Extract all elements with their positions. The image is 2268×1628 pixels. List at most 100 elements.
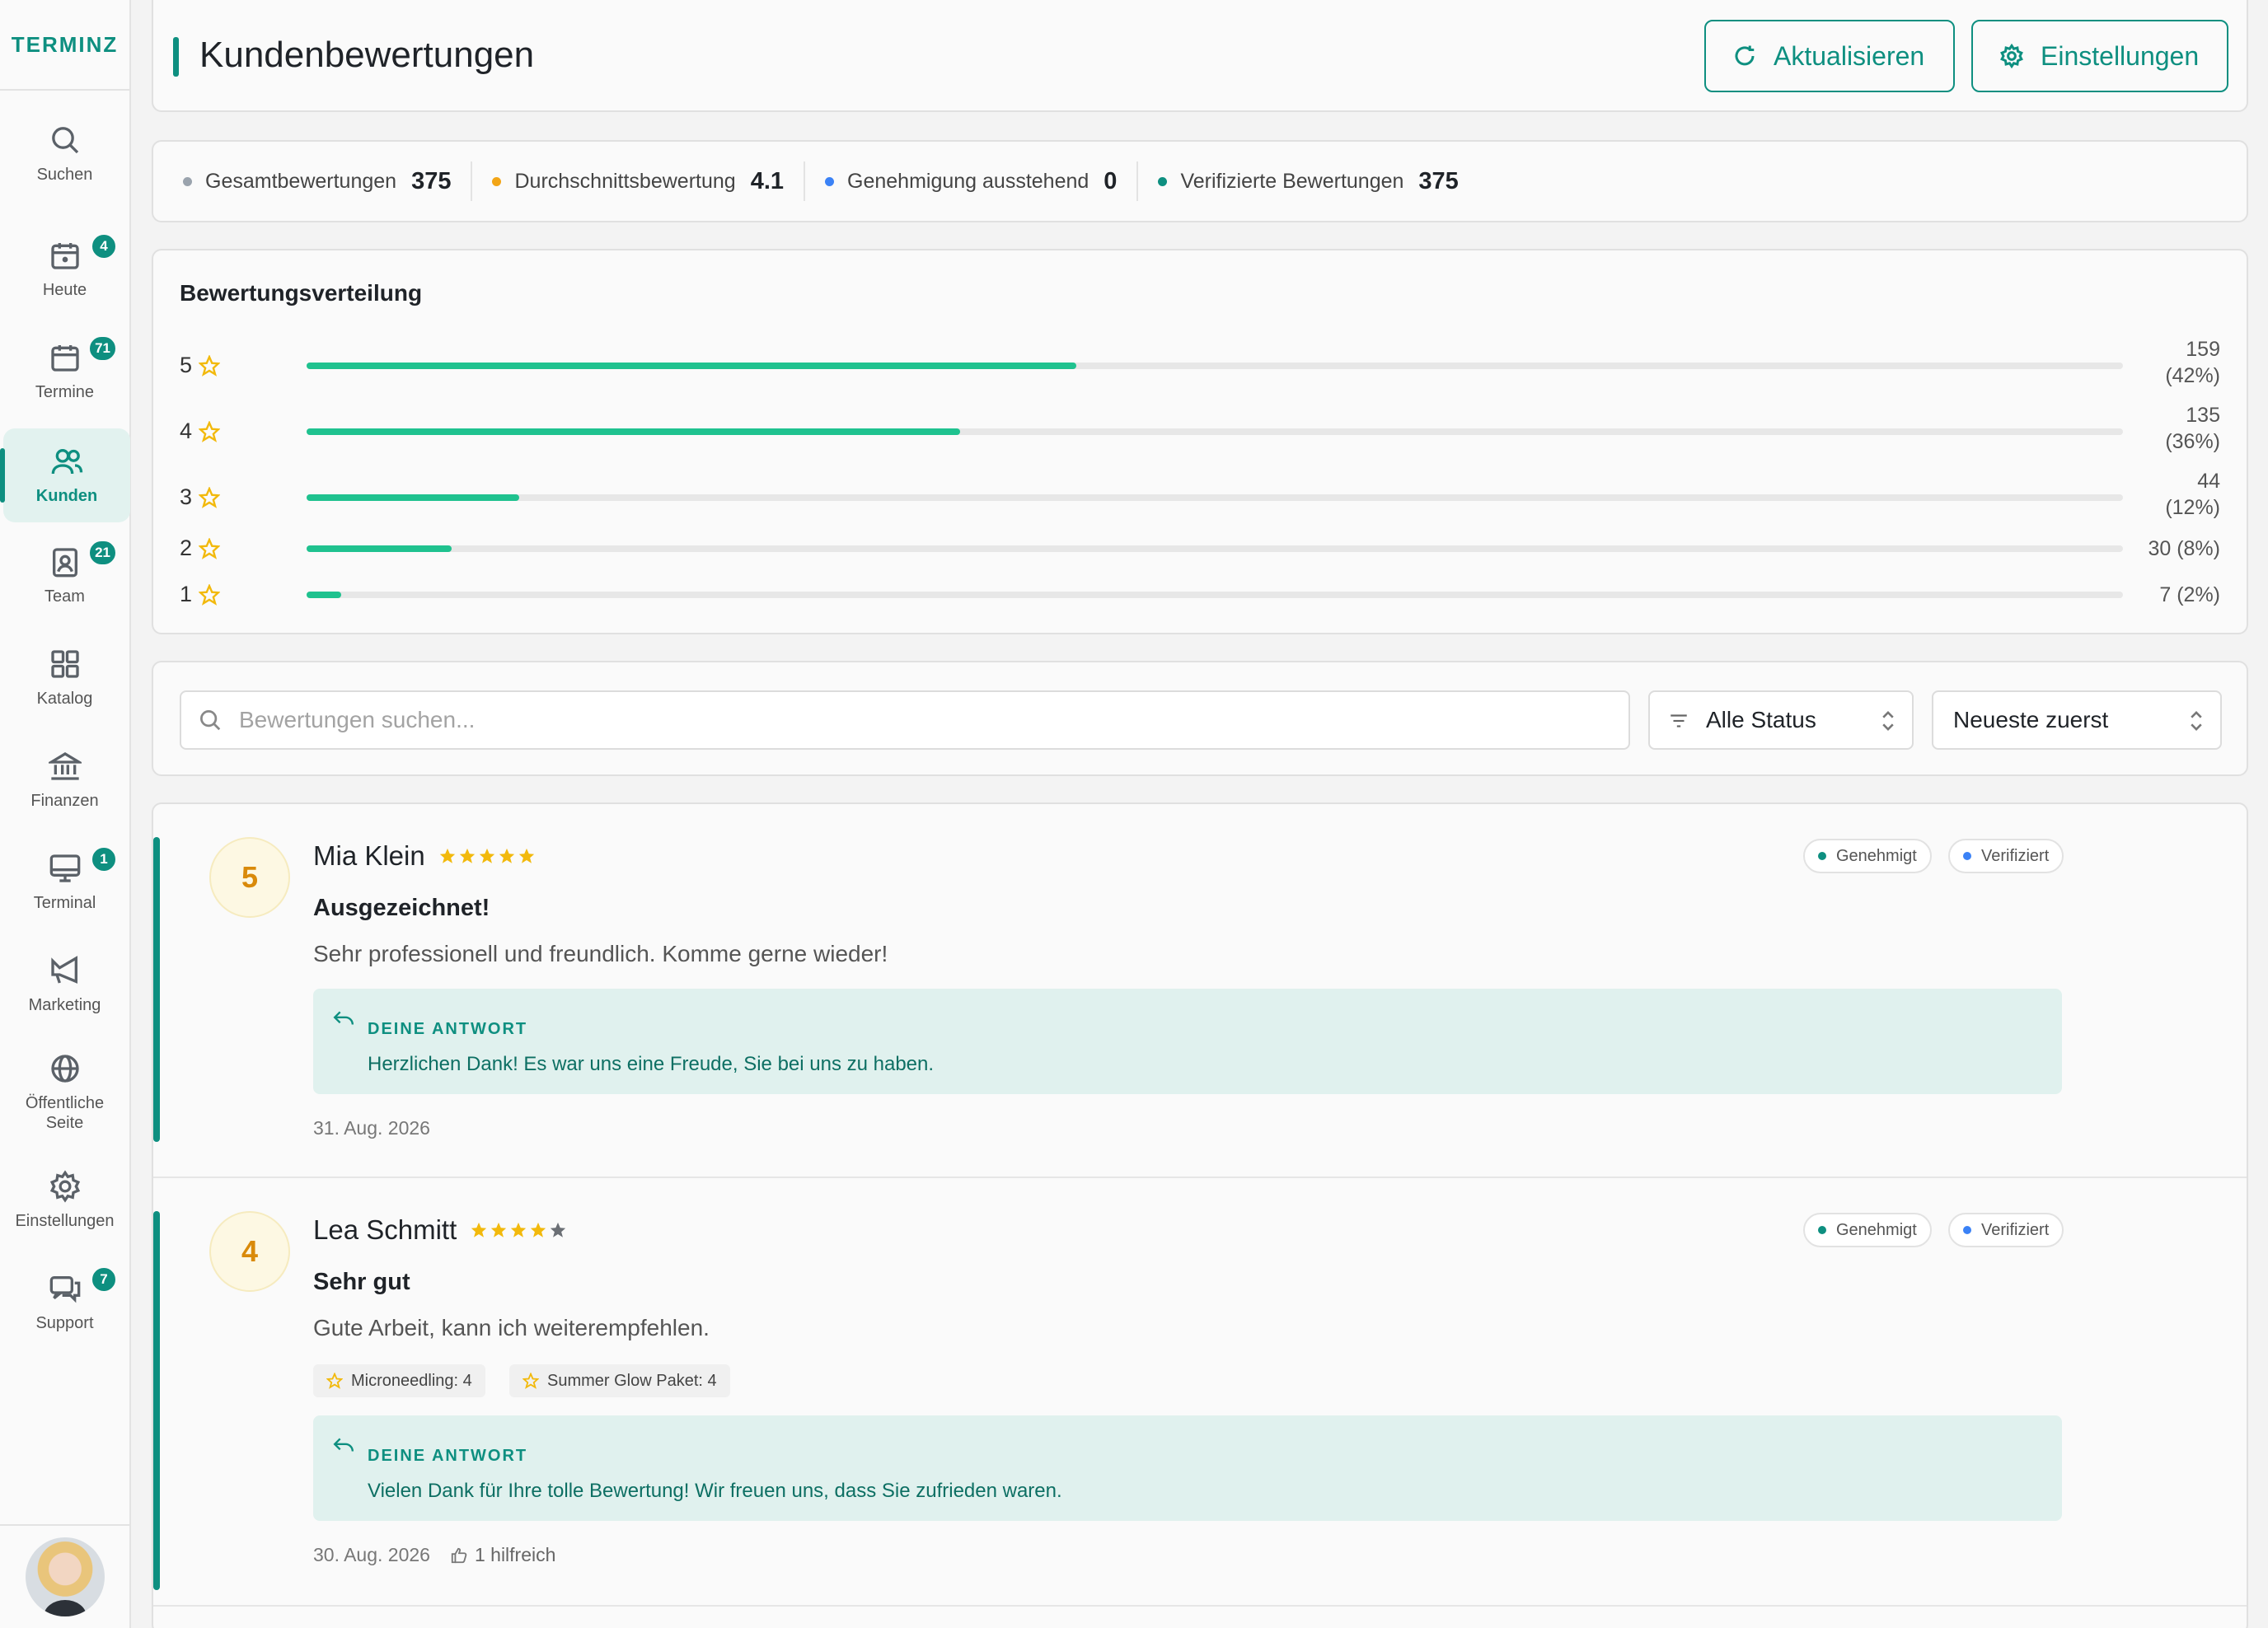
distribution-row: 3 44 (12%) bbox=[153, 468, 2247, 527]
review-score: 5 bbox=[209, 837, 290, 918]
distribution-title: Bewertungsverteilung bbox=[180, 280, 423, 306]
sidebar-item-suchen[interactable]: Suchen bbox=[0, 107, 129, 201]
sidebar-item-heute[interactable]: Heute 4 bbox=[0, 222, 129, 316]
distribution-bar-track bbox=[307, 545, 2123, 552]
helpful-label: 1 hilfreich bbox=[474, 1544, 556, 1565]
review-text: Gute Arbeit, kann ich weiterempfehlen. bbox=[313, 1315, 710, 1340]
review-date: 30. Aug. 2026 bbox=[313, 1544, 430, 1565]
review-list: 5 Mia Klein Genehmigt Verifiziert Ausgez… bbox=[152, 802, 2248, 1628]
distribution-count: 135 (36%) bbox=[2165, 402, 2220, 455]
stat-value: 375 bbox=[411, 167, 452, 194]
review-card: 4 Lea Schmitt Genehmigt Verifiziert Sehr… bbox=[153, 1178, 2247, 1607]
count-value: 30 (8%) bbox=[2148, 537, 2220, 560]
distribution-bar-fill bbox=[307, 363, 1077, 369]
sidebar-item-finanzen[interactable]: Finanzen bbox=[0, 733, 129, 827]
verified-badge-label: Verifiziert bbox=[1981, 1220, 2050, 1239]
star-filled-icon bbox=[459, 848, 475, 863]
distribution-bar-track bbox=[307, 363, 2123, 369]
service-rating-label: Microneedling: 4 bbox=[351, 1371, 472, 1390]
star-empty-icon bbox=[551, 1222, 566, 1237]
stat-value: 0 bbox=[1104, 167, 1118, 194]
status-badge-label: Genehmigt bbox=[1836, 1220, 1917, 1239]
search-input[interactable] bbox=[239, 707, 1599, 733]
search-box[interactable] bbox=[180, 690, 1630, 750]
notification-badge: 71 bbox=[87, 334, 118, 363]
reviewer-name-row: Lea Schmitt bbox=[313, 1214, 569, 1246]
sidebar-footer bbox=[0, 1524, 129, 1628]
refresh-button-label: Aktualisieren bbox=[1774, 40, 1925, 71]
sidebar-item-label: Kunden bbox=[35, 487, 98, 505]
distribution-bar-track bbox=[307, 428, 2123, 435]
distribution-count: 44 (12%) bbox=[2165, 468, 2220, 521]
star-rating bbox=[438, 847, 537, 865]
stat-value: 4.1 bbox=[750, 167, 785, 194]
sidebar-item-label: Finanzen bbox=[30, 792, 99, 810]
page-title: Kundenbewertungen bbox=[199, 35, 535, 75]
review-card: 5 Mia Klein Genehmigt Verifiziert Ausgez… bbox=[153, 804, 2247, 1178]
distribution-row: 4 135 (36%) bbox=[153, 402, 2247, 461]
status-badge: Genehmigt bbox=[1803, 1213, 1932, 1247]
notification-badge: 21 bbox=[87, 539, 118, 567]
reviewer-name-row: Mia Klein bbox=[313, 840, 537, 872]
status-badge-label: Genehmigt bbox=[1836, 846, 1917, 865]
status-select[interactable]: Alle Status bbox=[1648, 690, 1914, 750]
reviewer-name: Lea Schmitt bbox=[313, 1214, 457, 1245]
search-icon bbox=[51, 127, 78, 154]
reply-icon bbox=[333, 1438, 354, 1452]
helpful-count[interactable]: 1 hilfreich bbox=[450, 1544, 555, 1566]
stat-verified: Verifizierte Bewertungen 375 bbox=[1158, 161, 1478, 201]
service-rating-label: Summer Glow Paket: 4 bbox=[547, 1371, 717, 1390]
star-outline-icon bbox=[199, 537, 221, 559]
star-filled-icon bbox=[499, 848, 514, 863]
sidebar-item-terminal[interactable]: Terminal 1 bbox=[0, 835, 129, 929]
sidebar-item-katalog[interactable]: Katalog bbox=[0, 631, 129, 725]
brand-logo[interactable]: TERMINZ bbox=[0, 0, 129, 91]
owner-reply: DEINE ANTWORT Vielen Dank für Ihre tolle… bbox=[313, 1415, 2062, 1521]
review-accent-bar bbox=[153, 1211, 160, 1590]
reply-label: DEINE ANTWORT bbox=[368, 1020, 528, 1038]
sidebar-item-support[interactable]: Support 7 bbox=[0, 1256, 129, 1350]
avatar[interactable] bbox=[25, 1537, 105, 1616]
sort-select-value: Neueste zuerst bbox=[1953, 707, 2109, 732]
notification-badge: 7 bbox=[90, 1265, 118, 1294]
distribution-bar-fill bbox=[307, 592, 341, 598]
stat-label: Gesamtbewertungen bbox=[205, 169, 397, 193]
stat-label: Verifizierte Bewertungen bbox=[1180, 169, 1404, 193]
monitor-icon bbox=[49, 854, 80, 882]
star-outline-icon bbox=[522, 1373, 539, 1389]
chevron-up-down-icon bbox=[1882, 711, 1894, 731]
stat-total: Gesamtbewertungen 375 bbox=[183, 161, 473, 201]
refresh-button[interactable]: Aktualisieren bbox=[1704, 20, 1955, 92]
distribution-bar-fill bbox=[307, 494, 519, 501]
review-title: Sehr gut bbox=[313, 1269, 410, 1295]
sidebar-item-termine[interactable]: Termine 71 bbox=[0, 325, 129, 419]
sidebar-item-kunden[interactable]: Kunden bbox=[0, 428, 130, 522]
chevron-up-down-icon bbox=[2191, 711, 2202, 731]
sidebar-item-einstellungen[interactable]: Einstellungen bbox=[0, 1153, 129, 1247]
star-filled-icon bbox=[531, 1222, 546, 1237]
sidebar-item-label: Heute bbox=[42, 281, 87, 299]
stat-dot bbox=[492, 176, 502, 186]
star-outline-icon bbox=[326, 1373, 343, 1389]
count-value: 44 bbox=[2197, 470, 2220, 493]
owner-reply: DEINE ANTWORT Herzlichen Dank! Es war un… bbox=[313, 989, 2062, 1094]
service-rating-tag: Microneedling: 4 bbox=[313, 1364, 485, 1397]
sidebar-item-team[interactable]: Team 21 bbox=[0, 529, 129, 623]
reply-text: Vielen Dank für Ihre tolle Bewertung! Wi… bbox=[368, 1480, 1062, 1502]
bank-icon bbox=[48, 752, 82, 780]
distribution-row: 1 7 (2%) bbox=[153, 578, 2247, 615]
calendar-today-icon bbox=[50, 243, 79, 269]
sidebar-item-label: Terminal bbox=[33, 894, 96, 912]
reply-label: DEINE ANTWORT bbox=[368, 1447, 528, 1465]
distribution-count: 30 (8%) bbox=[2148, 536, 2220, 562]
settings-button[interactable]: Einstellungen bbox=[1971, 20, 2228, 92]
sidebar-item-oeffentliche-seite[interactable]: Öffentliche Seite bbox=[0, 1036, 129, 1148]
reply-text: Herzlichen Dank! Es war uns eine Freude,… bbox=[368, 1053, 935, 1075]
sidebar-item-marketing[interactable]: Marketing bbox=[0, 938, 129, 1032]
distribution-star-count: 4 bbox=[180, 419, 193, 443]
distribution-star-count: 1 bbox=[180, 582, 193, 606]
count-value: 159 bbox=[2186, 338, 2220, 361]
distribution-star-count: 2 bbox=[180, 536, 193, 560]
sort-select[interactable]: Neueste zuerst bbox=[1932, 690, 2222, 750]
review-meta: 30. Aug. 2026 1 hilfreich bbox=[313, 1544, 555, 1566]
